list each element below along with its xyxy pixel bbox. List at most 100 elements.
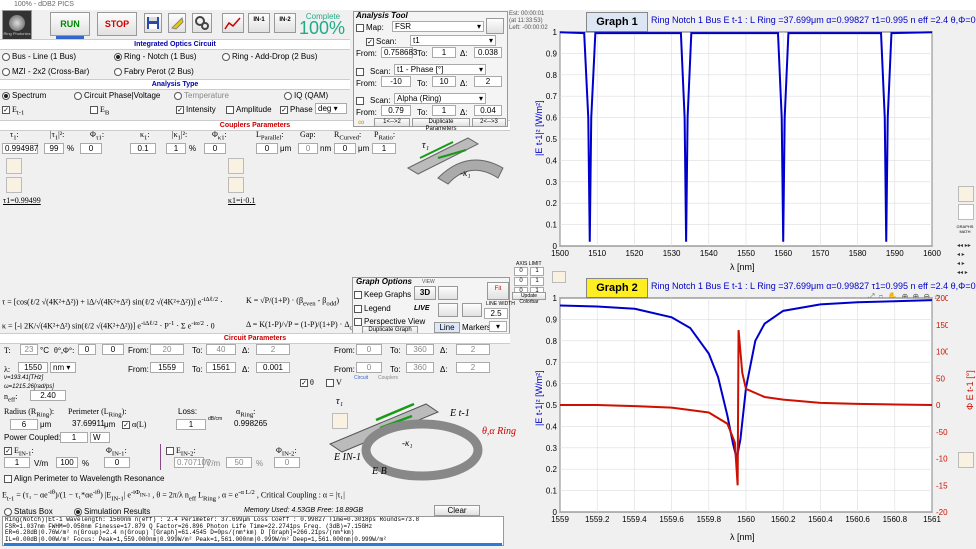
lambda-field[interactable]: 1550 [18,362,48,373]
neff-field[interactable]: 2.40 [30,390,66,401]
phi-field[interactable]: 0 [102,344,124,355]
scan1-to[interactable]: 1 [432,47,456,58]
clear-button[interactable]: Clear [434,505,480,516]
loss-field[interactable]: 1 [176,419,206,430]
ein2-pct[interactable]: 50 [226,457,252,468]
power-field[interactable]: 1 [60,432,88,443]
user-avatar-icon[interactable] [958,186,974,202]
lambda-from[interactable]: 1559 [150,362,184,373]
map-graph-icon[interactable] [486,18,504,34]
coupler-tau-image-2[interactable] [6,177,22,193]
lambda-unit-select[interactable]: nm ▾ [50,362,76,373]
fit-icon[interactable]: Fit [487,282,509,300]
theta-field[interactable]: 0 [78,344,96,355]
keep-graphs[interactable]: Keep Graphs [354,290,411,299]
analysis-spectrum[interactable]: Spectrum [2,91,46,100]
in2-graph-icon[interactable]: IN-2 [274,13,296,33]
graph1-plot[interactable]: 1500 1510 1520 1530 1540 1550 1560 1570 1580 1590… [540,28,946,262]
circuit-tab[interactable]: Circuit [354,375,368,381]
radius-field[interactable]: 6 [10,419,38,430]
output-amplitude[interactable]: Amplitude [226,105,272,114]
scan3-delta[interactable]: 0.04 [474,105,502,116]
simulation-results-radio[interactable]: Simulation Results [74,507,150,516]
theta-to[interactable]: 360 [406,344,434,355]
view-3d-button[interactable]: 3D [414,286,436,300]
save-icon[interactable] [144,13,162,33]
circuit-ring-notch[interactable]: Ring - Notch (1 Bus) [114,52,196,61]
l-parallel-field[interactable]: 0 [256,143,278,154]
markers-select[interactable]: ▾ [489,321,507,332]
tau1-field[interactable]: 0.994987 [2,143,38,154]
scan1-checkbox[interactable]: Scan: [366,37,396,46]
perspective-toggle[interactable]: Perspective View [354,317,425,326]
duplicate-parameters-button[interactable]: Duplicate Parameters [412,118,470,132]
user-avatar-icon-2[interactable] [958,452,974,468]
hand-icon[interactable] [462,303,482,317]
chat-icon[interactable] [552,271,566,283]
map-checkbox[interactable]: Map: [356,23,384,32]
r-curved-field[interactable]: 0 [334,143,356,154]
scan1-delta[interactable]: 0.038 [474,47,502,58]
axis-nav-arrows[interactable]: ◂◂ ▸▸ ◂ ▸ ◂ ▸ ◂◂ ▸ [957,242,971,278]
output-eb-checkbox[interactable]: EB [90,105,109,117]
ein2-phase[interactable]: 0 [274,457,300,468]
couplers-tab[interactable]: Couplers [378,375,398,381]
p-ratio-field[interactable]: 1 [372,143,396,154]
phi-from[interactable]: 0 [356,362,382,373]
scan3-checkbox[interactable] [356,96,366,105]
scan2-select[interactable]: t1 - Phase [°] ▾ [394,64,486,75]
axis-x-max[interactable]: 1 [530,267,544,276]
scan3-select[interactable]: Alpha (Ring) ▾ [394,93,486,104]
kappa1-field[interactable]: 0.1 [130,143,156,154]
legend-toggle[interactable]: Legend [354,304,391,313]
graphs-math-icon[interactable] [958,204,974,220]
in1-graph-icon[interactable]: IN-1 [248,13,270,33]
alpha-l-checkbox[interactable]: α(L) [122,420,146,429]
graph-style-icon[interactable] [438,303,458,317]
coupler-kappa-image-2[interactable] [228,177,244,193]
stop-button[interactable]: STOP [97,12,137,36]
lambda-delta[interactable]: 0.001 [256,362,290,373]
circuit-fabry-perot[interactable]: Fabry Perot (2 Bus) [114,67,194,76]
line-button[interactable]: Line [434,322,460,333]
temp-delta[interactable]: 2 [256,344,290,355]
swap-12-button[interactable]: 1<-->2 [374,118,410,127]
ein2-checkbox[interactable]: EIN-2: [166,446,196,458]
output-et1-checkbox[interactable]: Et-1 [2,105,24,117]
graph2-plot[interactable]: 1559 1559.2 1559.4 1559.6 1559.8 1560 1560.2 15… [540,294,948,530]
line-width-field[interactable]: 2.5 [484,308,508,319]
scan1-select[interactable]: t1 ▾ [410,35,496,46]
output-phase[interactable]: Phase [280,105,313,114]
swap-23-button[interactable]: 2<-->3 [472,118,506,127]
analysis-circuit-phase[interactable]: Circuit Phase|Voltage [74,91,160,100]
gap-field[interactable]: 0 [298,143,318,154]
ein1-pct[interactable]: 100 [56,457,78,468]
ein1-phase[interactable]: 0 [104,457,130,468]
phi-t1-field[interactable]: 0 [80,143,102,154]
axis-y-max[interactable]: 1 [530,277,544,286]
graph-import-icon[interactable] [222,13,244,33]
circuit-mzi[interactable]: MZI - 2x2 (Cross-Bar) [2,67,89,76]
phase-unit-select[interactable]: deg ▾ [315,103,347,114]
lambda-to[interactable]: 1561 [206,362,236,373]
notes-icon[interactable] [168,13,186,33]
scan3-to[interactable]: 1 [432,105,456,116]
coupler-tau-image[interactable] [6,158,22,174]
scan3-from[interactable]: 0.79 [381,105,411,116]
map-select[interactable]: FSR ▾ [392,21,484,32]
scan2-delta[interactable]: 2 [474,76,502,87]
colormap-icon[interactable] [438,286,458,300]
analysis-temperature[interactable]: Temperature [174,91,229,100]
scan2-to[interactable]: 10 [432,76,456,87]
run-button[interactable]: RUN [50,12,90,36]
ein1-field[interactable]: 1 [4,457,30,468]
ein2-field[interactable]: 0.707107 [174,457,210,468]
phi-delta[interactable]: 2 [456,362,490,373]
ein1-checkbox[interactable]: EIN-1: [4,446,34,458]
circuit-bus-line[interactable]: Bus - Line (1 Bus) [2,52,76,61]
phi-k1-field[interactable]: 0 [204,143,226,154]
link-icon[interactable]: ∞ [358,117,370,127]
scan2-from[interactable]: -10 [381,76,411,87]
k1sq-field[interactable]: 1 [166,143,186,154]
status-box-radio[interactable]: Status Box [4,507,53,516]
